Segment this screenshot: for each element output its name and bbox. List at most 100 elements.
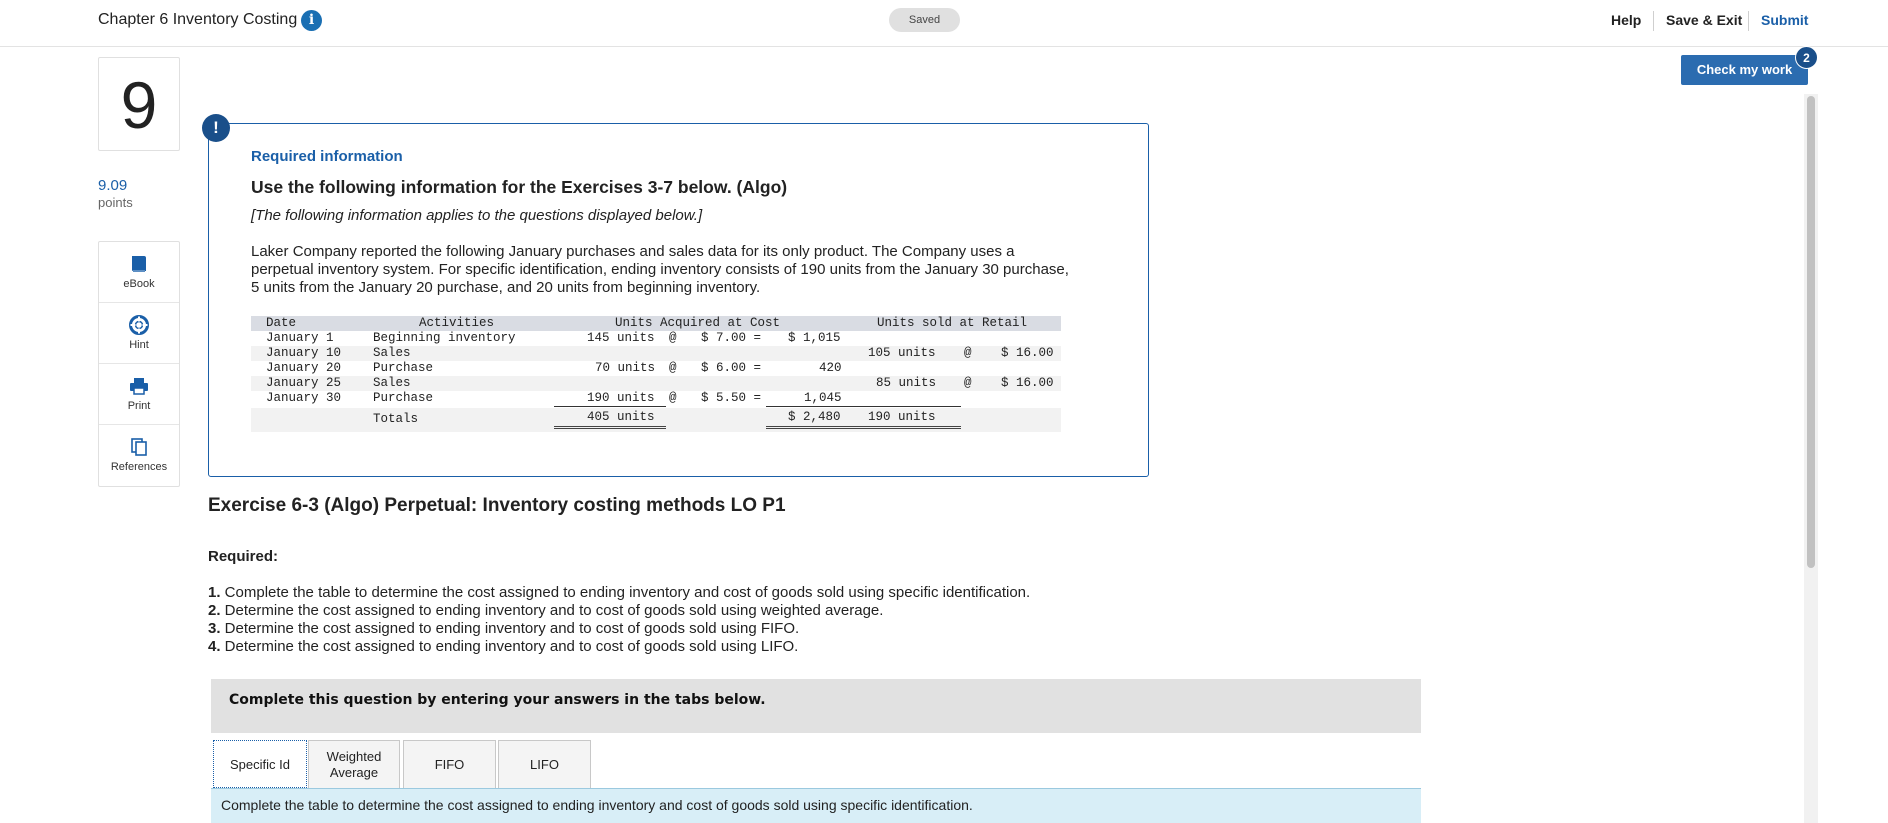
cell-date: January 25 [266,376,342,390]
tool-label: eBook [123,278,155,290]
cell-activity: Purchase [373,391,434,405]
header-date: Date [266,316,297,330]
tool-label: Print [127,400,151,412]
exclamation-icon: ! [202,114,230,142]
divider [1748,11,1749,31]
table-row: January 1 Beginning inventory 145 units … [251,331,1061,346]
cell-price: $ 16.00 [1001,346,1054,360]
cell-activity: Sales [373,376,411,390]
tab-label: FIFO [434,757,465,772]
list-item: 4. Determine the cost assigned to ending… [208,638,1030,656]
total-double-rule [766,426,961,429]
cell-at: @ [669,391,677,405]
tab-label: Specific Id [230,757,290,772]
list-item: 3. Determine the cost assigned to ending… [208,620,1030,638]
totals-cost: $ 2,480 [788,410,841,424]
scrollbar-thumb[interactable] [1807,96,1815,568]
cell-cost: $ 6.00 = [701,361,762,375]
complete-prompt-bar: Complete this question by entering your … [211,679,1421,733]
table-row: January 20 Purchase 70 units @ $ 6.00 = … [251,361,1061,376]
cell-at: @ [669,361,677,375]
tab-fifo[interactable]: FIFO [403,740,496,788]
required-info-note: [The following information applies to th… [251,207,703,224]
required-label: Required: [208,548,279,565]
check-attempts-badge: 2 [1795,46,1818,69]
required-info-heading: Required information [251,148,403,165]
cell-cost: $ 7.00 = [701,331,762,345]
item-number: 4. [208,638,221,655]
cell-cost: $ 5.50 = [701,391,762,405]
cell-date: January 1 [266,331,334,345]
cell-units: 70 units [595,361,656,375]
tool-label: References [110,461,168,473]
item-text: Complete the table to determine the cost… [220,584,1031,601]
copy-icon [131,438,147,456]
table-row: January 25 Sales 85 units @ $ 16.00 [251,376,1061,391]
item-number: 3. [208,620,221,637]
subtotal-rule [766,406,961,407]
printer-icon [130,378,148,395]
instruction-list: 1. Complete the table to determine the c… [208,584,1030,656]
ebook-button[interactable]: eBook [99,242,179,303]
hint-button[interactable]: Hint [99,303,179,364]
cell-activity: Beginning inventory [373,331,516,345]
cell-activity: Sales [373,346,411,360]
tab-lifo[interactable]: LIFO [498,740,591,788]
cell-date: January 20 [266,361,342,375]
item-text: Determine the cost assigned to ending in… [220,638,799,655]
list-item: 2. Determine the cost assigned to ending… [208,602,1030,620]
check-my-work-button[interactable]: Check my work [1681,55,1808,85]
table-header-row: Date Activities Units Acquired at Cost U… [251,316,1061,331]
cell-at: @ [669,331,677,345]
table-row: January 30 Purchase 190 units @ $ 5.50 =… [251,391,1061,406]
tool-label: Hint [129,339,149,351]
cell-date: January 30 [266,391,342,405]
top-bar: Chapter 6 Inventory Costing i Saved Help… [0,0,1888,47]
cell-total: $ 1,015 [788,331,841,345]
header-sold: Units sold at Retail [877,316,1028,330]
required-info-title: Use the following information for the Ex… [251,177,788,197]
totals-sold-units: 190 units [868,410,936,424]
save-exit-link[interactable]: Save & Exit [1666,12,1742,28]
references-button[interactable]: References [99,425,179,486]
item-text: Determine the cost assigned to ending in… [220,602,884,619]
cell-sold-units: 105 units [868,346,936,360]
tools-panel: eBook Hint Print References [98,241,180,487]
tab-specific-id[interactable]: Specific Id [213,740,307,788]
points-value: 9.09 [98,177,128,194]
required-info-paragraph: Laker Company reported the following Jan… [251,243,1069,296]
cell-units: 145 units [587,331,655,345]
tab-label: Average [329,765,379,780]
cell-sold-at: @ [964,346,972,360]
points-label: points [98,195,133,210]
total-double-rule [554,426,666,429]
item-text: Determine the cost assigned to ending in… [220,620,800,637]
cell-sold-units: 85 units [876,376,937,390]
subtotal-rule [554,406,666,407]
book-icon [132,256,146,272]
exercise-title: Exercise 6-3 (Algo) Perpetual: Inventory… [208,495,786,516]
lifebuoy-icon [129,315,149,335]
assignment-title: Chapter 6 Inventory Costing [98,11,298,28]
item-number: 2. [208,602,221,619]
help-link[interactable]: Help [1611,12,1641,28]
table-row: January 10 Sales 105 units @ $ 16.00 [251,346,1061,361]
totals-units: 405 units [587,410,655,424]
cell-date: January 10 [266,346,342,360]
cell-sold-at: @ [964,376,972,390]
cell-total: 420 [819,361,842,375]
print-button[interactable]: Print [99,364,179,425]
tab-label: LIFO [530,757,559,772]
question-number: 9 [98,57,180,151]
cell-price: $ 16.00 [1001,376,1054,390]
totals-label: Totals [373,412,419,426]
info-icon[interactable]: i [301,10,322,31]
submit-link[interactable]: Submit [1761,12,1808,28]
cell-activity: Purchase [373,361,434,375]
tab-label: Weighted [326,749,382,764]
cell-total: 1,045 [804,391,842,405]
list-item: 1. Complete the table to determine the c… [208,584,1030,602]
tab-weighted-average[interactable]: Weighted Average [308,740,400,788]
header-acquired: Units Acquired at Cost [615,316,781,330]
tab-instruction-bar: Complete the table to determine the cost… [211,788,1421,823]
